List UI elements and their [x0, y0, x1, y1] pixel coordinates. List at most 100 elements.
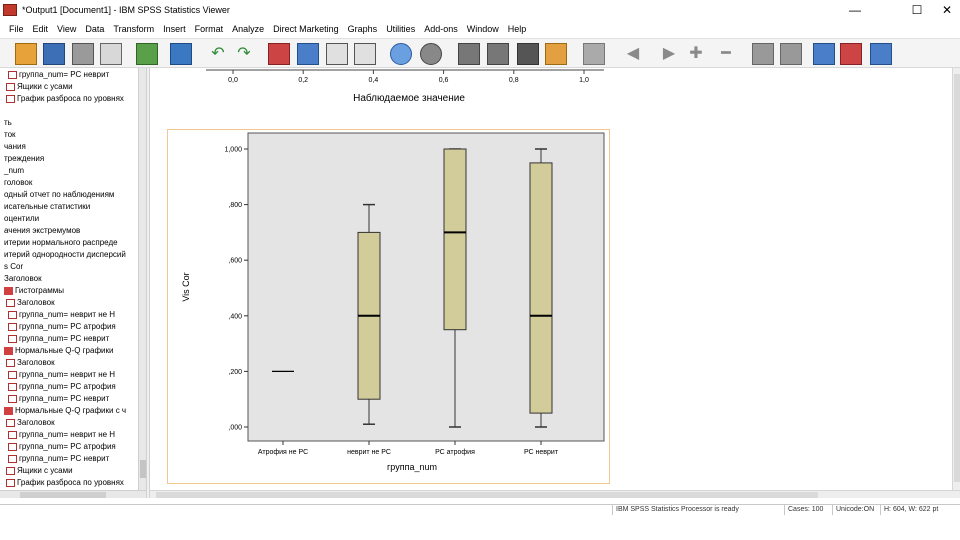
close-button[interactable]: ✕: [932, 1, 960, 19]
outline-item[interactable]: группа_num= РС неврит: [8, 69, 109, 81]
outline-item[interactable]: Заголовок: [6, 297, 55, 309]
outline-item[interactable]: исательные статистики: [4, 201, 90, 213]
hide-icon[interactable]: ◀: [622, 43, 644, 65]
outline-item[interactable]: одный отчет по наблюдениям: [4, 189, 114, 201]
menu-file[interactable]: File: [9, 24, 24, 34]
outline-item[interactable]: треждения: [4, 153, 44, 165]
outline-item[interactable]: График разброса по уровнях: [6, 477, 124, 489]
show-icon[interactable]: [583, 43, 605, 65]
recall-dialog-icon[interactable]: [170, 43, 192, 65]
menu-direct-marketing[interactable]: Direct Marketing: [273, 24, 339, 34]
outline-item[interactable]: ачения экстремумов: [4, 225, 80, 237]
outline-horizontal-scroll-thumb[interactable]: [20, 492, 106, 498]
outline-item[interactable]: ть: [4, 117, 12, 129]
outline-item[interactable]: группа_num= РС неврит: [8, 333, 109, 345]
content-vertical-scroll-thumb[interactable]: [954, 74, 960, 482]
outline-item[interactable]: Заголовок: [6, 417, 55, 429]
folder-book-icon: [4, 407, 13, 415]
menu-window[interactable]: Window: [467, 24, 499, 34]
outline-item[interactable]: группа_num= неврит не Н: [8, 309, 115, 321]
demote-icon[interactable]: [487, 43, 509, 65]
menu-graphs[interactable]: Graphs: [348, 24, 378, 34]
outline-item[interactable]: группа_num= РС неврит: [8, 393, 109, 405]
outline-item-label: итерии нормального распреде: [4, 238, 118, 247]
outline-vertical-scrollbar[interactable]: [138, 68, 146, 490]
goto-data-icon[interactable]: [268, 43, 290, 65]
outline-item[interactable]: группа_num= неврит не Н: [8, 369, 115, 381]
open-icon[interactable]: [15, 43, 37, 65]
designated-window-icon[interactable]: [390, 43, 412, 65]
promote-icon[interactable]: [458, 43, 480, 65]
outline-item[interactable]: оцентили: [4, 213, 39, 225]
outline-item[interactable]: Нормальные Q-Q графики с ч: [4, 405, 126, 417]
outline-item[interactable]: группа_num= РС неврит: [8, 453, 109, 465]
top-chart-tick-label: 0,8: [509, 77, 519, 84]
print-preview-icon[interactable]: [100, 43, 122, 65]
outline-item[interactable]: группа_num= РС атрофия: [8, 381, 116, 393]
menu-help[interactable]: Help: [508, 24, 527, 34]
minimize-button[interactable]: —: [840, 1, 870, 19]
outline-item[interactable]: итерий однородности дисперсий: [4, 249, 126, 261]
outline-item[interactable]: _num: [4, 165, 24, 177]
menu-edit[interactable]: Edit: [33, 24, 49, 34]
content-vertical-scrollbar[interactable]: [952, 68, 960, 490]
outline-item[interactable]: s Cor: [4, 261, 23, 273]
goto-case-icon[interactable]: [297, 43, 319, 65]
page-setup-icon[interactable]: [870, 43, 892, 65]
outline-item-label: ток: [4, 130, 16, 139]
undo-icon[interactable]: ↶: [207, 43, 229, 65]
outline-item[interactable]: Заголовок: [4, 273, 42, 285]
outline-item[interactable]: График разброса по уровнях: [6, 93, 124, 105]
back-icon[interactable]: [752, 43, 774, 65]
outline-item[interactable]: головок: [4, 177, 32, 189]
menu-utilities[interactable]: Utilities: [386, 24, 415, 34]
export-icon[interactable]: [136, 43, 158, 65]
menu-format[interactable]: Format: [195, 24, 224, 34]
outline-item-label: s Cor: [4, 262, 24, 271]
chart-selection-frame[interactable]: [167, 129, 610, 484]
insert-text-icon[interactable]: ━: [715, 43, 737, 65]
menu-transform[interactable]: Transform: [113, 24, 154, 34]
goto-variable-icon[interactable]: [326, 43, 348, 65]
output-outline-tree: группа_num= РС неврит Ящики с усами График…: [0, 68, 138, 490]
menu-insert[interactable]: Insert: [163, 24, 186, 34]
variables-icon[interactable]: [354, 43, 376, 65]
top-chart-fragment: 0,0 0,2 0,4 0,6 0,8 1,0: [206, 69, 604, 84]
outline-item[interactable]: Гистограммы: [4, 285, 64, 297]
insert-title-icon[interactable]: ✚: [685, 43, 707, 65]
document-node-icon: [6, 359, 15, 367]
content-horizontal-scroll-thumb[interactable]: [156, 492, 818, 498]
outline-item[interactable]: группа_num= неврит не Н: [8, 429, 115, 441]
menu-data[interactable]: Data: [85, 24, 104, 34]
insert-heading-icon[interactable]: ▶: [658, 43, 680, 65]
print-icon[interactable]: [72, 43, 94, 65]
expand-icon[interactable]: [517, 43, 539, 65]
outline-item[interactable]: чания: [4, 141, 26, 153]
outline-item[interactable]: ток: [4, 129, 16, 141]
outline-item[interactable]: итерии нормального распреде: [4, 237, 118, 249]
content-horizontal-scrollbar[interactable]: [150, 490, 960, 498]
collapse-icon[interactable]: [545, 43, 567, 65]
outline-item[interactable]: Ящики с усами: [6, 81, 73, 93]
redo-icon[interactable]: ↷: [233, 43, 255, 65]
add-icon[interactable]: [813, 43, 835, 65]
outline-horizontal-scrollbar[interactable]: [0, 490, 146, 498]
outline-item[interactable]: Ящики с усами: [6, 465, 73, 477]
document-node-icon: [6, 467, 15, 475]
outline-item[interactable]: группа_num= РС атрофия: [8, 441, 116, 453]
outline-item[interactable]: Нормальные Q-Q графики: [4, 345, 113, 357]
outline-item[interactable]: группа_num= РС атрофия: [8, 321, 116, 333]
menu-analyze[interactable]: Analyze: [232, 24, 264, 34]
select-last-output-icon[interactable]: [420, 43, 442, 65]
save-icon[interactable]: [43, 43, 65, 65]
menu-add-ons[interactable]: Add-ons: [424, 24, 458, 34]
maximize-button[interactable]: ☐: [902, 1, 932, 19]
forward-icon[interactable]: [780, 43, 802, 65]
chart-node-icon: [8, 311, 17, 319]
menu-view[interactable]: View: [57, 24, 76, 34]
outline-item[interactable]: Заголовок: [6, 357, 55, 369]
remove-icon[interactable]: [840, 43, 862, 65]
chart-node-icon: [8, 335, 17, 343]
status-bar: IBM SPSS Statistics Processor is ready C…: [0, 504, 960, 515]
menu-bar: File Edit View Data Transform Insert Format Ana…: [0, 21, 960, 37]
